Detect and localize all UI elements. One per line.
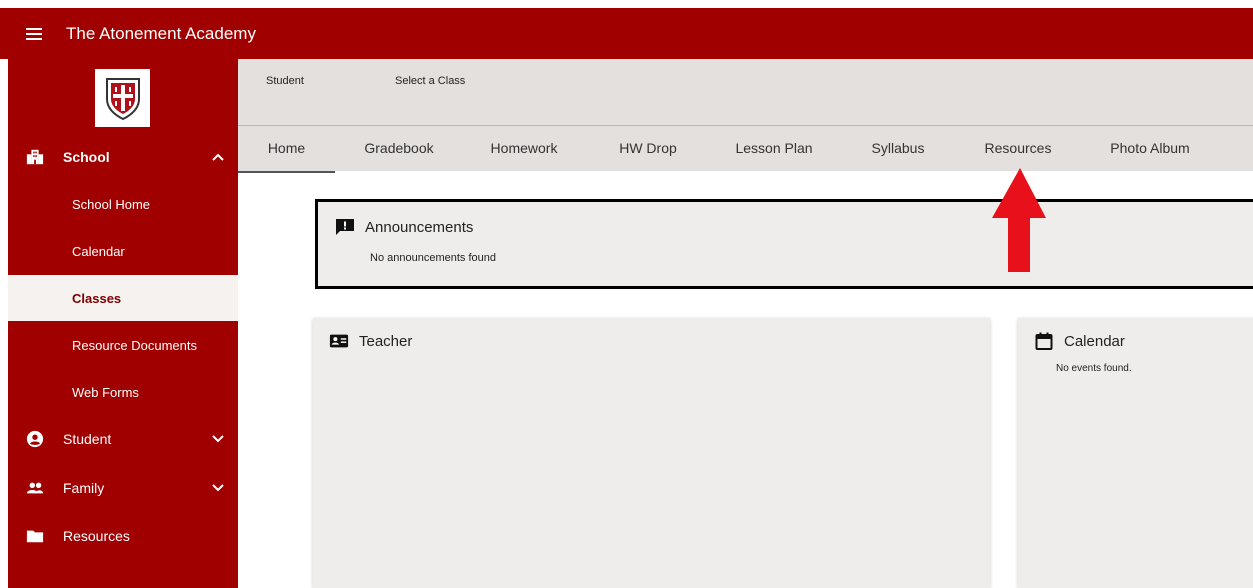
- announcements-title: Announcements: [365, 218, 474, 236]
- sidebar-item-school[interactable]: School: [8, 143, 238, 171]
- tab-resources[interactable]: Resources: [968, 126, 1068, 171]
- sidebar-item-label: School Home: [72, 196, 151, 212]
- sidebar-item-label: Resources: [63, 528, 130, 544]
- folder-icon: [26, 530, 44, 543]
- sidebar-item-web-forms[interactable]: Web Forms: [8, 369, 238, 415]
- teacher-card: Teacher: [313, 318, 990, 588]
- announcements-empty-text: No announcements found: [370, 252, 496, 264]
- sidebar-item-label: Family: [63, 480, 105, 496]
- people-icon: [26, 482, 44, 494]
- announcements-card: Announcements No announcements found: [315, 199, 1253, 289]
- sidebar-item-classes[interactable]: Classes: [8, 275, 238, 321]
- tab-gradebook[interactable]: Gradebook: [353, 126, 445, 171]
- calendar-empty-text: No events found.: [1056, 363, 1132, 374]
- tab-hw-drop[interactable]: HW Drop: [602, 126, 694, 171]
- sidebar: School School Home Calendar Classes Reso…: [8, 59, 238, 588]
- sidebar-item-school-home[interactable]: School Home: [8, 181, 238, 227]
- chevron-down-icon[interactable]: [212, 481, 224, 495]
- chevron-down-icon[interactable]: [212, 432, 224, 446]
- sidebar-item-student[interactable]: Student: [8, 425, 238, 453]
- school-logo: [95, 69, 150, 127]
- account-circle-icon: [26, 430, 44, 448]
- tab-bar: Home Gradebook Homework HW Drop Lesson P…: [238, 125, 1253, 173]
- calendar-title: Calendar: [1064, 332, 1125, 350]
- calendar-card: Calendar No events found.: [1018, 318, 1253, 588]
- announcement-icon: [336, 219, 354, 235]
- sidebar-item-calendar[interactable]: Calendar: [8, 228, 238, 274]
- crest-icon: [105, 78, 140, 121]
- app-header: The Atonement Academy: [0, 8, 1253, 59]
- sidebar-item-label: School: [63, 149, 110, 165]
- sidebar-item-resource-documents[interactable]: Resource Documents: [8, 322, 238, 368]
- teacher-title: Teacher: [359, 332, 413, 350]
- class-selector-bar: Student Select a Class: [238, 59, 1253, 125]
- red-arrow-annotation: [992, 168, 1046, 272]
- calendar-icon: [1035, 332, 1053, 350]
- class-selector[interactable]: Select a Class: [395, 75, 465, 87]
- building-icon: [26, 149, 44, 165]
- sidebar-item-label: Calendar: [72, 243, 125, 259]
- app-title: The Atonement Academy: [66, 23, 256, 43]
- sidebar-item-label: Student: [63, 431, 112, 447]
- tab-home[interactable]: Home: [238, 126, 335, 173]
- chevron-up-icon[interactable]: [212, 150, 224, 164]
- student-selector[interactable]: Student: [266, 75, 304, 87]
- sidebar-item-family[interactable]: Family: [8, 474, 238, 502]
- contact-card-icon: [329, 334, 349, 348]
- sidebar-item-resources[interactable]: Resources: [8, 522, 238, 550]
- sidebar-item-label: Classes: [72, 290, 122, 306]
- tab-photo-album[interactable]: Photo Album: [1100, 126, 1200, 171]
- sidebar-item-label: Resource Documents: [72, 337, 197, 353]
- tab-homework[interactable]: Homework: [478, 126, 570, 171]
- tab-syllabus[interactable]: Syllabus: [852, 126, 944, 171]
- menu-icon[interactable]: [26, 27, 42, 40]
- tab-lesson-plan[interactable]: Lesson Plan: [728, 126, 820, 171]
- sidebar-item-label: Web Forms: [72, 384, 139, 400]
